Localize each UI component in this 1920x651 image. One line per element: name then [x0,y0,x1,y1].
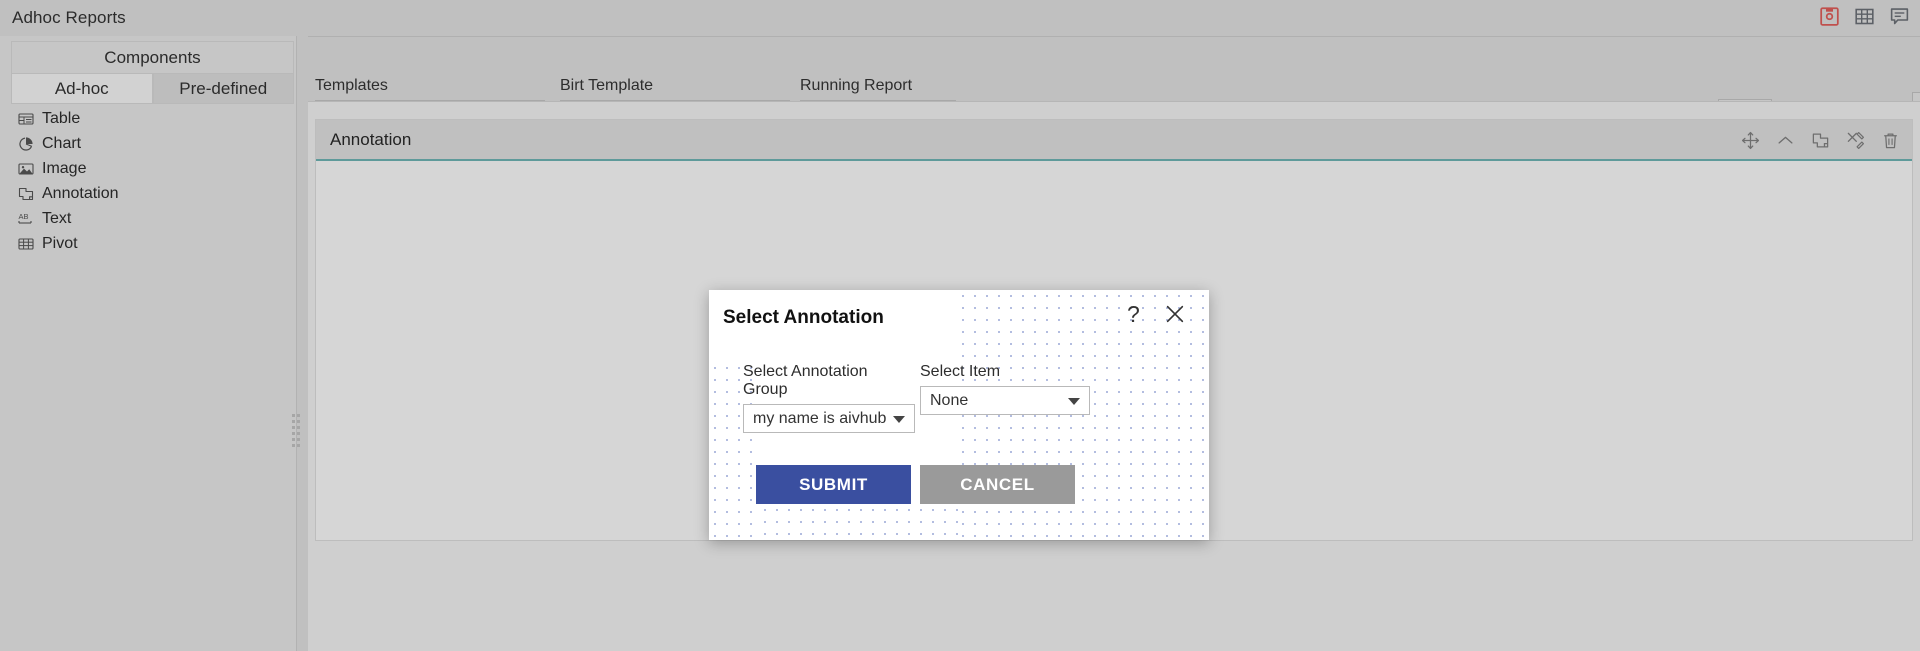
save-report-icon[interactable] [1819,6,1840,27]
report-toolbar: Templates NONE Birt Template LANDSCAPE V… [308,36,1920,134]
components-header: Components [11,41,294,74]
sidebar-item-pivot-label: Pivot [42,234,78,252]
sidebar-item-chart-label: Chart [42,134,82,152]
sidebar-tabstrip: Ad-hoc Pre-defined [11,74,294,104]
select-annotation-dialog: Select Annotation ? Select Annotation Gr… [709,290,1209,540]
sidebar-item-chart[interactable]: Chart [0,131,297,156]
annotation-icon [18,187,34,200]
tab-ad-hoc-label: Ad-hoc [54,78,109,98]
sidebar-item-image[interactable]: Image [0,156,297,181]
sidebar-item-image-label: Image [42,159,87,177]
sidebar-item-text-label: Text [42,209,72,227]
help-icon[interactable]: ? [1127,303,1140,326]
image-icon [18,162,34,175]
templates-label: Templates [315,77,388,94]
table-icon [18,112,34,125]
cancel-button[interactable]: CANCEL [920,465,1075,504]
running-report-label: Running Report [800,77,913,94]
annotation-group-field: Select Annotation Group my name is aivhu… [743,363,915,433]
annotation-item-select[interactable]: None [920,386,1090,415]
submit-button[interactable]: SUBMIT [756,465,911,504]
settings-tools-icon[interactable] [1846,131,1865,150]
annotation-widget-header: Annotation [316,120,1912,161]
app-titlebar: Adhoc Reports [0,0,1920,36]
panel-splitter-handle[interactable] [291,414,302,452]
titlebar-icon-group [1819,6,1910,27]
chevron-down-icon [893,415,905,423]
delete-trash-icon[interactable] [1881,131,1900,150]
sidebar-item-annotation-label: Annotation [42,184,119,202]
sidebar-item-pivot[interactable]: Pivot [0,231,297,256]
tab-pre-defined-label: Pre-defined [179,78,268,98]
move-icon[interactable] [1741,131,1760,150]
annotation-group-select[interactable]: my name is aivhub [743,404,915,433]
cancel-button-label: CANCEL [960,474,1035,494]
app-root: Adhoc Reports Components Ad-hoc Pre-defi… [0,0,1920,651]
annotation-item-label: Select Item [920,363,1001,380]
close-icon[interactable] [1164,303,1186,325]
grid-view-icon[interactable] [1854,6,1875,27]
annotation-group-select-value: my name is aivhub [753,409,887,427]
component-list: Table Chart Image Annotation AB Text Piv… [0,106,297,256]
tab-ad-hoc[interactable]: Ad-hoc [11,74,153,104]
comment-icon[interactable] [1889,6,1910,27]
page-title: Adhoc Reports [12,8,126,27]
components-sidebar: Components Ad-hoc Pre-defined Table Char… [0,36,297,651]
collapse-chevron-up-icon[interactable] [1776,131,1795,150]
text-ab-icon: AB [18,212,32,224]
annotation-widget-title: Annotation [330,129,412,149]
submit-button-label: SUBMIT [799,474,868,494]
chart-pie-icon [19,136,33,151]
annotation-widget-toolbar [1741,131,1900,150]
sidebar-item-annotation[interactable]: Annotation [0,181,297,206]
dialog-title: Select Annotation [723,307,884,328]
sidebar-item-table-label: Table [42,109,81,127]
annotation-icon[interactable] [1811,131,1830,150]
sidebar-item-table[interactable]: Table [0,106,297,131]
chevron-down-icon [1068,397,1080,405]
annotation-item-field: Select Item None [920,363,1090,415]
components-header-label: Components [104,47,201,67]
pivot-icon [18,237,34,250]
tab-pre-defined[interactable]: Pre-defined [152,74,294,104]
annotation-group-label: Select Annotation Group [743,363,868,398]
svg-text:AB: AB [19,212,29,221]
sidebar-item-text[interactable]: AB Text [0,206,297,231]
birt-template-label: Birt Template [560,77,654,94]
annotation-item-select-value: None [930,391,969,409]
